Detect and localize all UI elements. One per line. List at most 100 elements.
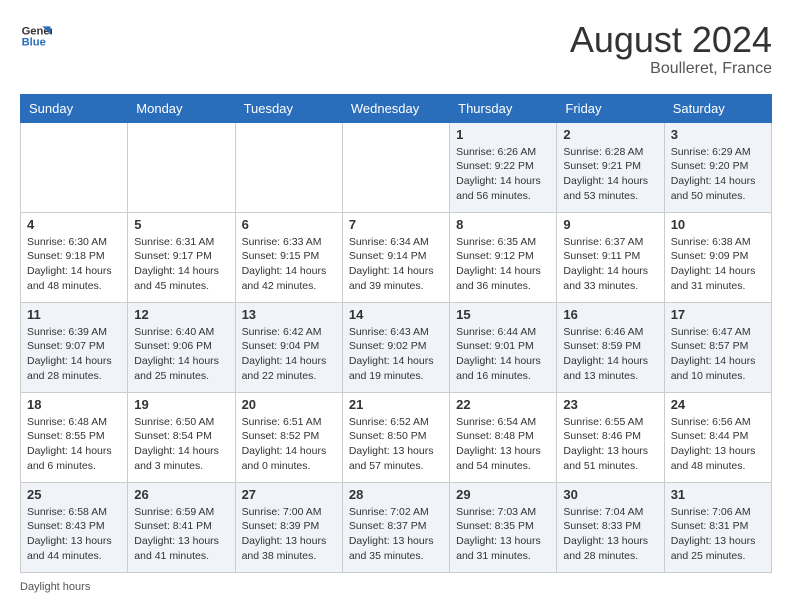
day-info: Sunrise: 6:55 AM Sunset: 8:46 PM Dayligh… (563, 415, 657, 474)
footer: Daylight hours (20, 581, 772, 593)
day-number: 25 (27, 487, 121, 502)
day-info: Sunrise: 6:44 AM Sunset: 9:01 PM Dayligh… (456, 325, 550, 384)
calendar-cell: 4 Sunrise: 6:30 AM Sunset: 9:18 PM Daylig… (21, 212, 128, 302)
day-number: 31 (671, 487, 765, 502)
calendar-cell: 7Sunrise: 6:34 AM Sunset: 9:14 PM Daylig… (342, 212, 449, 302)
calendar-cell: 27 Sunrise: 7:00 AM Sunset: 8:39 PM Dayli… (235, 482, 342, 572)
day-info: Sunrise: 6:28 AM Sunset: 9:21 PM Dayligh… (563, 145, 657, 204)
calendar-cell (128, 122, 235, 212)
day-info: Sunrise: 7:04 AM Sunset: 8:33 PM Dayligh… (563, 505, 657, 564)
day-number: 11 (27, 307, 121, 322)
day-number: 17 (671, 307, 765, 322)
day-number: 21 (349, 397, 443, 412)
day-info: Sunrise: 6:47 AM Sunset: 8:57 PM Dayligh… (671, 325, 765, 384)
calendar-cell: 13Sunrise: 6:42 AM Sunset: 9:04 PM Dayli… (235, 302, 342, 392)
calendar-cell: 25Sunrise: 6:58 AM Sunset: 8:43 PM Dayli… (21, 482, 128, 572)
col-header-friday: Friday (557, 94, 664, 122)
calendar-cell: 16 Sunrise: 6:46 AM Sunset: 8:59 PM Dayli… (557, 302, 664, 392)
calendar-cell: 9 Sunrise: 6:37 AM Sunset: 9:11 PM Daylig… (557, 212, 664, 302)
day-number: 4 (27, 217, 121, 232)
logo-icon: General Blue (20, 20, 52, 52)
day-number: 15 (456, 307, 550, 322)
day-info: Sunrise: 6:40 AM Sunset: 9:06 PM Dayligh… (134, 325, 228, 384)
day-number: 27 (242, 487, 336, 502)
day-number: 1 (456, 127, 550, 142)
day-info: Sunrise: 7:06 AM Sunset: 8:31 PM Dayligh… (671, 505, 765, 564)
day-info: Sunrise: 6:59 AM Sunset: 8:41 PM Dayligh… (134, 505, 228, 564)
calendar-cell: 6Sunrise: 6:33 AM Sunset: 9:15 PM Daylig… (235, 212, 342, 302)
day-info: Sunrise: 6:43 AM Sunset: 9:02 PM Dayligh… (349, 325, 443, 384)
calendar-cell: 12 Sunrise: 6:40 AM Sunset: 9:06 PM Dayli… (128, 302, 235, 392)
day-number: 18 (27, 397, 121, 412)
day-number: 20 (242, 397, 336, 412)
day-info: Sunrise: 6:54 AM Sunset: 8:48 PM Dayligh… (456, 415, 550, 474)
calendar-cell: 14 Sunrise: 6:43 AM Sunset: 9:02 PM Dayli… (342, 302, 449, 392)
calendar-cell: 22 Sunrise: 6:54 AM Sunset: 8:48 PM Dayli… (450, 392, 557, 482)
day-number: 14 (349, 307, 443, 322)
day-number: 5 (134, 217, 228, 232)
day-number: 26 (134, 487, 228, 502)
col-header-thursday: Thursday (450, 94, 557, 122)
calendar-cell: 8 Sunrise: 6:35 AM Sunset: 9:12 PM Daylig… (450, 212, 557, 302)
calendar-cell: 21Sunrise: 6:52 AM Sunset: 8:50 PM Dayli… (342, 392, 449, 482)
day-info: Sunrise: 6:37 AM Sunset: 9:11 PM Dayligh… (563, 235, 657, 294)
month-year: August 2024 (570, 20, 772, 60)
calendar-cell (342, 122, 449, 212)
col-header-sunday: Sunday (21, 94, 128, 122)
day-number: 22 (456, 397, 550, 412)
day-info: Sunrise: 6:42 AM Sunset: 9:04 PM Dayligh… (242, 325, 336, 384)
logo: General Blue (20, 20, 52, 52)
calendar-cell: 28 Sunrise: 7:02 AM Sunset: 8:37 PM Dayli… (342, 482, 449, 572)
day-info: Sunrise: 6:46 AM Sunset: 8:59 PM Dayligh… (563, 325, 657, 384)
calendar-cell: 29 Sunrise: 7:03 AM Sunset: 8:35 PM Dayli… (450, 482, 557, 572)
day-info: Sunrise: 6:38 AM Sunset: 9:09 PM Dayligh… (671, 235, 765, 294)
calendar-cell: 23 Sunrise: 6:55 AM Sunset: 8:46 PM Dayli… (557, 392, 664, 482)
day-info: Sunrise: 6:30 AM Sunset: 9:18 PM Dayligh… (27, 235, 121, 294)
calendar-cell: 30 Sunrise: 7:04 AM Sunset: 8:33 PM Dayli… (557, 482, 664, 572)
day-number: 24 (671, 397, 765, 412)
day-number: 9 (563, 217, 657, 232)
calendar-cell: 2 Sunrise: 6:28 AM Sunset: 9:21 PM Daylig… (557, 122, 664, 212)
day-info: Sunrise: 6:31 AM Sunset: 9:17 PM Dayligh… (134, 235, 228, 294)
page-header: General Blue August 2024 Boulleret, Fran… (20, 20, 772, 78)
svg-text:Blue: Blue (22, 37, 46, 49)
calendar-cell: 31 Sunrise: 7:06 AM Sunset: 8:31 PM Dayli… (664, 482, 771, 572)
day-number: 23 (563, 397, 657, 412)
calendar-cell: 26 Sunrise: 6:59 AM Sunset: 8:41 PM Dayli… (128, 482, 235, 572)
day-info: Sunrise: 6:29 AM Sunset: 9:20 PM Dayligh… (671, 145, 765, 204)
day-info: Sunrise: 6:48 AM Sunset: 8:55 PM Dayligh… (27, 415, 121, 474)
day-number: 29 (456, 487, 550, 502)
calendar-cell (21, 122, 128, 212)
day-number: 28 (349, 487, 443, 502)
day-number: 19 (134, 397, 228, 412)
calendar-cell: 3Sunrise: 6:29 AM Sunset: 9:20 PM Daylig… (664, 122, 771, 212)
day-number: 12 (134, 307, 228, 322)
calendar-cell: 17 Sunrise: 6:47 AM Sunset: 8:57 PM Dayli… (664, 302, 771, 392)
calendar-cell: 20 Sunrise: 6:51 AM Sunset: 8:52 PM Dayli… (235, 392, 342, 482)
day-info: Sunrise: 6:51 AM Sunset: 8:52 PM Dayligh… (242, 415, 336, 474)
day-number: 16 (563, 307, 657, 322)
day-number: 2 (563, 127, 657, 142)
day-info: Sunrise: 6:56 AM Sunset: 8:44 PM Dayligh… (671, 415, 765, 474)
day-number: 8 (456, 217, 550, 232)
calendar-cell: 19Sunrise: 6:50 AM Sunset: 8:54 PM Dayli… (128, 392, 235, 482)
day-info: Sunrise: 6:35 AM Sunset: 9:12 PM Dayligh… (456, 235, 550, 294)
col-header-saturday: Saturday (664, 94, 771, 122)
calendar-cell: 15 Sunrise: 6:44 AM Sunset: 9:01 PM Dayli… (450, 302, 557, 392)
calendar-cell: 10Sunrise: 6:38 AM Sunset: 9:09 PM Dayli… (664, 212, 771, 302)
daylight-label: Daylight hours (20, 581, 90, 593)
day-info: Sunrise: 7:00 AM Sunset: 8:39 PM Dayligh… (242, 505, 336, 564)
day-info: Sunrise: 7:03 AM Sunset: 8:35 PM Dayligh… (456, 505, 550, 564)
calendar-table: SundayMondayTuesdayWednesdayThursdayFrid… (20, 94, 772, 573)
day-info: Sunrise: 6:33 AM Sunset: 9:15 PM Dayligh… (242, 235, 336, 294)
day-number: 7 (349, 217, 443, 232)
day-info: Sunrise: 6:39 AM Sunset: 9:07 PM Dayligh… (27, 325, 121, 384)
day-info: Sunrise: 6:26 AM Sunset: 9:22 PM Dayligh… (456, 145, 550, 204)
day-number: 30 (563, 487, 657, 502)
calendar-cell: 18 Sunrise: 6:48 AM Sunset: 8:55 PM Dayli… (21, 392, 128, 482)
location: Boulleret, France (570, 60, 772, 78)
calendar-cell: 24 Sunrise: 6:56 AM Sunset: 8:44 PM Dayli… (664, 392, 771, 482)
calendar-cell: 5 Sunrise: 6:31 AM Sunset: 9:17 PM Daylig… (128, 212, 235, 302)
calendar-cell: 11 Sunrise: 6:39 AM Sunset: 9:07 PM Dayli… (21, 302, 128, 392)
day-info: Sunrise: 7:02 AM Sunset: 8:37 PM Dayligh… (349, 505, 443, 564)
